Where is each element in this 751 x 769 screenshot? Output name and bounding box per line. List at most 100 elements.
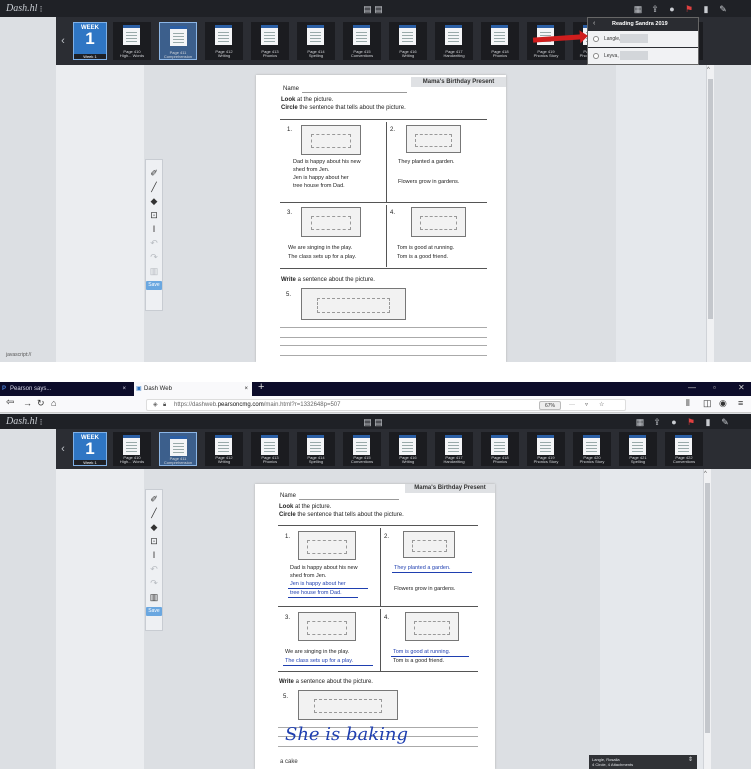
page-thumbnail[interactable]: Page 413 Phonics <box>251 432 289 466</box>
scroll-up-icon[interactable]: ^ <box>707 67 710 73</box>
answer-text[interactable]: We are singing in the play. <box>285 649 349 655</box>
text-cursor-icon[interactable]: I <box>146 548 162 562</box>
library-icon[interactable]: ⫴ <box>686 398 690 409</box>
pen-tool-icon[interactable]: ╱ <box>146 180 162 194</box>
page-thumbnail[interactable]: Page 417 Handwriting <box>435 22 473 60</box>
answer-text[interactable]: tree house from Dad. <box>293 183 345 189</box>
answer-text[interactable]: Dad is happy about his new <box>293 159 361 165</box>
pen-tool-icon[interactable]: ╱ <box>146 506 162 520</box>
answer-text[interactable]: Tom is a good friend. <box>397 254 448 260</box>
page-thumbnail[interactable]: Page 417 Handwriting <box>435 432 473 466</box>
flag-icon[interactable]: ⚑ <box>684 4 694 14</box>
text-cursor-icon[interactable]: I <box>146 222 162 236</box>
bookmark-star-icon[interactable]: ☆ <box>599 400 604 411</box>
answer-text-selected[interactable]: Tom is good at running. <box>393 649 450 655</box>
scroll-up-icon[interactable]: ^ <box>704 471 707 477</box>
eraser-tool-icon[interactable]: ◆ <box>146 194 162 208</box>
home-icon[interactable]: ⌂ <box>51 398 56 408</box>
trash-icon[interactable]: ▥ <box>146 590 162 604</box>
page-thumbnail[interactable]: Page 412 Writing <box>205 22 243 60</box>
answer-text[interactable]: We are singing in the play. <box>288 245 352 251</box>
shield-icon[interactable]: ◈ <box>153 400 158 411</box>
answer-text[interactable]: They planted a garden. <box>398 159 455 165</box>
answer-text[interactable]: Dad is happy about his new <box>290 565 358 571</box>
bookmark-icon[interactable]: ▮ <box>701 4 711 14</box>
answer-text[interactable]: The class sets up for a play. <box>288 254 356 260</box>
textbox-tool-icon[interactable]: ⊡ <box>146 208 162 222</box>
page-thumbnail[interactable]: Page 419 Phonics Story <box>527 432 565 466</box>
marker-tool-icon[interactable]: ✐ <box>146 492 162 506</box>
undo-icon[interactable]: ↶ <box>146 562 162 576</box>
answer-text-selected[interactable]: tree house from Dad. <box>290 590 342 596</box>
answer-text-selected[interactable]: Jen is happy about her <box>290 581 346 587</box>
forward-icon[interactable]: → <box>23 398 32 408</box>
url-text[interactable]: https://dashweb.pearsoncmg.com/main.html… <box>174 400 340 411</box>
radio-icon[interactable] <box>593 53 599 59</box>
answer-text-selected[interactable]: They planted a garden. <box>394 565 451 571</box>
calendar-icon[interactable]: ▦ <box>635 417 645 427</box>
menu-icon[interactable]: ⁝ <box>36 4 46 14</box>
save-button[interactable]: Save <box>146 607 162 616</box>
share-icon[interactable]: ⇪ <box>652 417 662 427</box>
textbox-tool-icon[interactable]: ⊡ <box>146 534 162 548</box>
tab-pearson[interactable]: P Pearson says... × <box>0 382 130 396</box>
answer-text-selected[interactable]: The class sets up for a play. <box>285 658 353 664</box>
page-thumbnail[interactable]: Page 418 Phonics <box>481 22 519 60</box>
page-thumbnail[interactable]: Page 411 Comprehension <box>159 22 197 60</box>
pen-icon[interactable]: ✎ <box>718 4 728 14</box>
answer-text[interactable]: Flowers grow in gardens. <box>398 179 459 185</box>
menu-icon[interactable]: ⁝ <box>36 417 46 427</box>
marker-tool-icon[interactable]: ✐ <box>146 166 162 180</box>
url-bar[interactable]: ◈ 🔒︎ https://dashweb.pearsoncmg.com/main… <box>146 399 626 411</box>
close-tab-icon[interactable]: × <box>244 382 248 396</box>
redo-icon[interactable]: ↷ <box>146 250 162 264</box>
user-icon[interactable]: ● <box>669 417 679 427</box>
save-button[interactable]: Save <box>146 281 162 290</box>
page-thumbnail[interactable]: Page 418 Phonics <box>481 432 519 466</box>
page-thumbnail[interactable]: Page 411 Comprehension <box>159 432 197 466</box>
answer-text[interactable]: shed from Jen. <box>293 167 329 173</box>
undo-icon[interactable]: ↶ <box>146 236 162 250</box>
flag-icon[interactable]: ⚑ <box>686 417 696 427</box>
zoom-level[interactable]: 67% <box>539 401 562 410</box>
strip-prev-icon[interactable]: ‹ <box>56 443 70 455</box>
pocket-icon[interactable]: ▿ <box>585 400 588 411</box>
view-toggle-icon[interactable]: ▤ ▤ <box>362 4 384 14</box>
student-row[interactable]: Langle, F <box>588 31 698 47</box>
eraser-tool-icon[interactable]: ◆ <box>146 520 162 534</box>
page-thumbnail[interactable]: Page 416 Writing <box>389 22 427 60</box>
week-selector[interactable]: WEEK 1 Week 1 <box>73 432 107 466</box>
sidebar-icon[interactable]: ◫ <box>703 398 712 409</box>
page-thumbnail[interactable]: Page 414 Spelling <box>297 432 335 466</box>
minimize-button[interactable]: — <box>688 383 696 392</box>
notification-toast[interactable]: Langle, Rosalia 4 Circle, 4 Attachments … <box>589 755 697 769</box>
trash-icon[interactable]: ▥ <box>146 264 162 278</box>
redo-icon[interactable]: ↷ <box>146 576 162 590</box>
share-icon[interactable]: ⇪ <box>650 4 660 14</box>
student-row[interactable]: Leyva, A <box>588 48 698 64</box>
page-thumbnail[interactable]: Page 414 Spelling <box>297 22 335 60</box>
page-thumbnail[interactable]: Page 410 High... Words <box>113 22 151 60</box>
account-icon[interactable]: ◉ <box>719 398 727 409</box>
pen-icon[interactable]: ✎ <box>720 417 730 427</box>
new-tab-button[interactable]: + <box>258 382 264 393</box>
hamburger-menu-icon[interactable]: ≡ <box>738 398 743 408</box>
page-thumbnail[interactable]: Page 420 Phonics Story <box>573 432 611 466</box>
page-thumbnail[interactable]: Page 421 Spelling <box>619 432 657 466</box>
answer-text[interactable]: Tom is good at running. <box>397 245 454 251</box>
close-tab-icon[interactable]: × <box>122 382 126 396</box>
page-thumbnail[interactable]: Page 412 Writing <box>205 432 243 466</box>
strip-prev-icon[interactable]: ‹ <box>56 35 70 47</box>
page-thumbnail[interactable]: Page 410 High... Words <box>113 432 151 466</box>
back-icon[interactable]: ⇦ <box>6 397 14 408</box>
answer-text[interactable]: shed from Jen. <box>290 573 326 579</box>
radio-icon[interactable] <box>593 36 599 42</box>
answer-text[interactable]: Flowers grow in gardens. <box>394 586 455 592</box>
week-selector[interactable]: WEEK 1 Week 1 <box>73 22 107 60</box>
page-thumbnail[interactable]: Page 413 Phonics <box>251 22 289 60</box>
scrollbar[interactable]: ^ <box>703 469 711 769</box>
page-thumbnail[interactable]: Page 422 Conventions <box>665 432 703 466</box>
lock-icon[interactable]: 🔒︎ <box>163 400 166 411</box>
toast-expand-icon[interactable]: ⇕ <box>688 757 693 763</box>
reload-icon[interactable]: ↻ <box>37 398 45 409</box>
